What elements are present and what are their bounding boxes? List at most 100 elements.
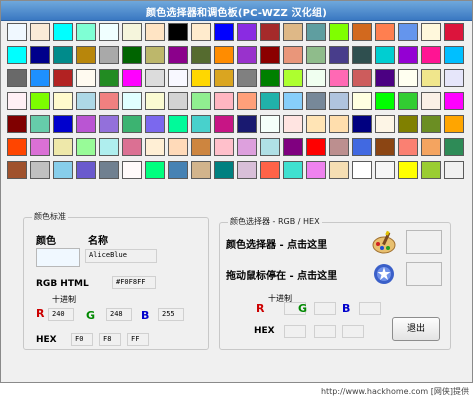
palette-swatch[interactable] [76,92,96,110]
palette-swatch[interactable] [375,138,395,156]
palette-swatch[interactable] [237,138,257,156]
palette-swatch[interactable] [398,115,418,133]
palette-swatch[interactable] [99,92,119,110]
palette-swatch[interactable] [352,46,372,64]
palette-swatch[interactable] [329,161,349,179]
palette-swatch[interactable] [30,23,50,41]
palette-swatch[interactable] [30,138,50,156]
palette-swatch[interactable] [76,115,96,133]
palette-swatch[interactable] [191,46,211,64]
palette-swatch[interactable] [444,161,464,179]
palette-swatch[interactable] [76,138,96,156]
palette-swatch[interactable] [122,23,142,41]
palette-swatch[interactable] [260,92,280,110]
palette-swatch[interactable] [444,115,464,133]
palette-swatch[interactable] [7,92,27,110]
palette-swatch[interactable] [122,46,142,64]
palette-swatch[interactable] [329,23,349,41]
palette-swatch[interactable] [398,161,418,179]
palette-swatch[interactable] [7,161,27,179]
palette-swatch[interactable] [7,69,27,87]
palette-swatch[interactable] [352,69,372,87]
palette-swatch[interactable] [53,46,73,64]
palette-swatch[interactable] [214,115,234,133]
palette-swatch[interactable] [329,138,349,156]
palette-swatch[interactable] [168,115,188,133]
palette-swatch[interactable] [283,138,303,156]
palette-swatch[interactable] [99,115,119,133]
picker-drag-label[interactable]: 拖动鼠标停在 - 点击这里 [226,267,337,282]
palette-swatch[interactable] [191,92,211,110]
palette-swatch[interactable] [7,23,27,41]
palette-swatch[interactable] [122,161,142,179]
palette-swatch[interactable] [145,161,165,179]
palette-swatch[interactable] [260,46,280,64]
palette-swatch[interactable] [421,69,441,87]
palette-swatch[interactable] [398,92,418,110]
palette-swatch[interactable] [306,138,326,156]
palette-swatch[interactable] [53,23,73,41]
palette-swatch[interactable] [237,46,257,64]
palette-swatch[interactable] [352,115,372,133]
palette-swatch[interactable] [168,46,188,64]
palette-swatch[interactable] [99,23,119,41]
exit-button[interactable]: 退出 [392,317,440,341]
palette-swatch[interactable] [99,161,119,179]
palette-swatch[interactable] [375,46,395,64]
palette-swatch[interactable] [260,23,280,41]
palette-swatch[interactable] [329,69,349,87]
palette-swatch[interactable] [444,23,464,41]
palette-swatch[interactable] [168,138,188,156]
palette-swatch[interactable] [352,138,372,156]
palette-swatch[interactable] [145,92,165,110]
palette-swatch[interactable] [375,92,395,110]
palette-swatch[interactable] [444,92,464,110]
palette-swatch[interactable] [352,161,372,179]
palette-swatch[interactable] [99,138,119,156]
palette-swatch[interactable] [122,115,142,133]
palette-swatch[interactable] [168,69,188,87]
palette-swatch[interactable] [145,138,165,156]
target-cursor-icon[interactable] [373,263,395,285]
palette-swatch[interactable] [53,138,73,156]
palette-swatch[interactable] [237,23,257,41]
palette-swatch[interactable] [76,69,96,87]
palette-swatch[interactable] [237,69,257,87]
palette-swatch[interactable] [398,23,418,41]
palette-swatch[interactable] [7,46,27,64]
palette-swatch[interactable] [53,69,73,87]
palette-swatch[interactable] [375,69,395,87]
palette-swatch[interactable] [283,92,303,110]
palette-swatch[interactable] [76,46,96,64]
palette-swatch[interactable] [214,46,234,64]
palette-swatch[interactable] [306,92,326,110]
palette-swatch[interactable] [191,161,211,179]
palette-swatch[interactable] [306,23,326,41]
palette-swatch[interactable] [214,138,234,156]
palette-swatch[interactable] [30,92,50,110]
palette-swatch[interactable] [306,46,326,64]
palette-swatch[interactable] [30,115,50,133]
palette-swatch[interactable] [398,138,418,156]
palette-swatch[interactable] [444,69,464,87]
palette-swatch[interactable] [191,115,211,133]
palette-swatch[interactable] [30,46,50,64]
palette-swatch[interactable] [306,115,326,133]
palette-swatch[interactable] [375,115,395,133]
palette-swatch[interactable] [352,92,372,110]
palette-swatch[interactable] [214,161,234,179]
palette-swatch[interactable] [30,69,50,87]
palette-swatch[interactable] [53,161,73,179]
palette-swatch[interactable] [237,115,257,133]
palette-swatch[interactable] [237,161,257,179]
palette-swatch[interactable] [283,23,303,41]
palette-swatch[interactable] [168,23,188,41]
palette-swatch[interactable] [306,69,326,87]
palette-swatch[interactable] [168,92,188,110]
palette-swatch[interactable] [421,23,441,41]
paint-brush-palette-icon[interactable] [371,230,397,256]
palette-swatch[interactable] [260,138,280,156]
picker-click-label[interactable]: 颜色选择器 - 点击这里 [226,236,327,251]
palette-swatch[interactable] [444,138,464,156]
palette-swatch[interactable] [145,69,165,87]
